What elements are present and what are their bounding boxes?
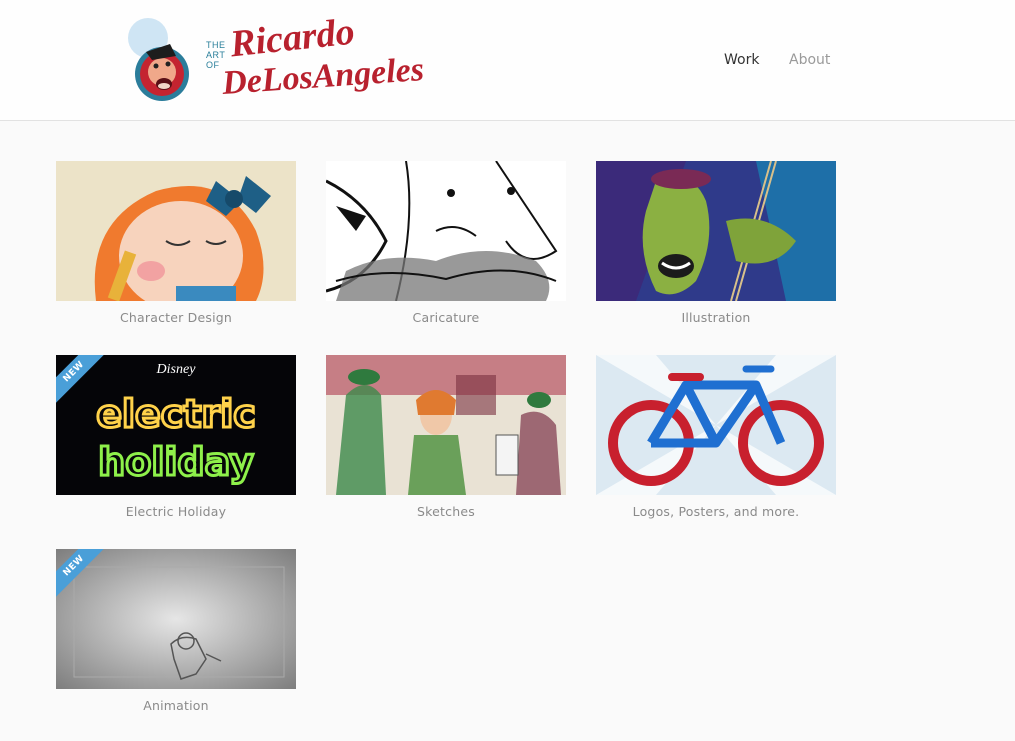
electric-holiday-thumbnail[interactable]: Disney electric holiday NEW: [56, 355, 296, 495]
sketches-thumbnail[interactable]: [326, 355, 566, 495]
gallery-item-caricature[interactable]: Caricature: [326, 161, 566, 325]
disney-wordmark: Disney: [156, 362, 197, 377]
holiday-word: holiday: [98, 440, 254, 484]
character-design-thumbnail[interactable]: [56, 161, 296, 301]
gallery-item-electric-holiday[interactable]: Disney electric holiday NEW Electric Hol…: [56, 355, 296, 519]
gallery-caption[interactable]: Logos, Posters, and more.: [596, 504, 836, 519]
gallery-item-character-design[interactable]: Character Design: [56, 161, 296, 325]
illustration-thumbnail[interactable]: [596, 161, 836, 301]
gallery-item-logos-posters[interactable]: Logos, Posters, and more.: [596, 355, 836, 519]
logos-posters-thumbnail[interactable]: [596, 355, 836, 495]
animation-thumbnail[interactable]: NEW: [56, 549, 296, 689]
caricature-thumbnail[interactable]: [326, 161, 566, 301]
gallery-caption[interactable]: Electric Holiday: [56, 504, 296, 519]
electric-word: electric: [96, 392, 256, 436]
gallery-caption[interactable]: Sketches: [326, 504, 566, 519]
main-nav: Work About: [0, 52, 1015, 72]
nav-about-link[interactable]: About: [789, 52, 830, 68]
gallery-item-sketches[interactable]: Sketches: [326, 355, 566, 519]
gallery-caption[interactable]: Character Design: [56, 310, 296, 325]
gallery-item-illustration[interactable]: Illustration: [596, 161, 836, 325]
site-header: THE ART OF Ricardo DeLosAngeles Work Abo…: [0, 0, 1015, 121]
nav-work-link[interactable]: Work: [724, 52, 759, 68]
gallery-caption[interactable]: Caricature: [326, 310, 566, 325]
gallery-caption[interactable]: Animation: [56, 698, 296, 713]
gallery-caption[interactable]: Illustration: [596, 310, 836, 325]
gallery-item-animation[interactable]: NEW Animation: [56, 549, 296, 713]
logo-the: THE: [206, 40, 226, 50]
